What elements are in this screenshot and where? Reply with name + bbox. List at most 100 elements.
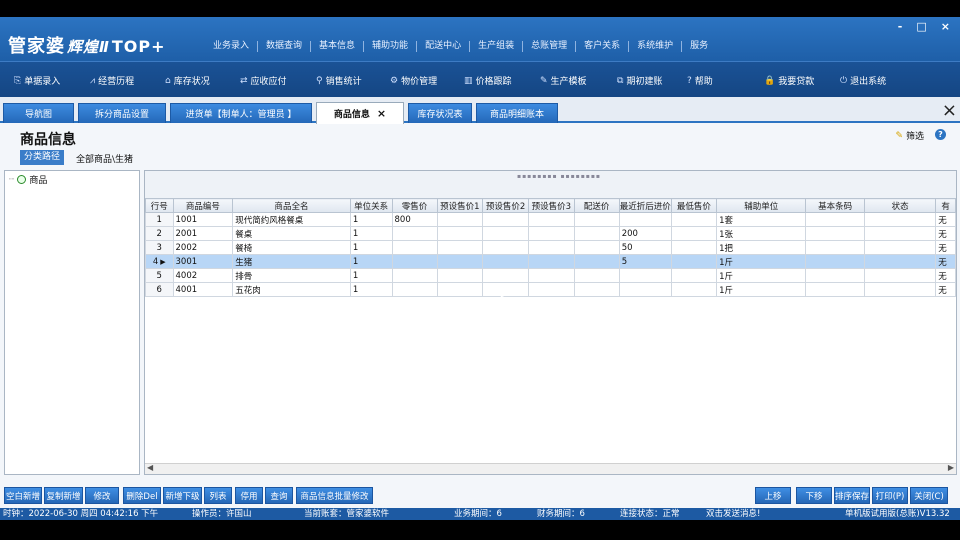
table-cell[interactable] <box>805 254 866 269</box>
tree-node-root[interactable]: ┈ 商品 <box>9 173 47 187</box>
action-button-5[interactable]: 列表 <box>204 487 232 504</box>
tab-4[interactable]: 库存状况表 <box>408 103 472 123</box>
tab-1[interactable]: 拆分商品设置 <box>78 103 166 123</box>
close-window-button[interactable]: × <box>941 20 950 33</box>
table-cell[interactable] <box>864 254 937 269</box>
toolbar-item-11[interactable]: ⏻ 退出系统 <box>840 74 886 88</box>
table-cell[interactable] <box>482 212 529 227</box>
table-cell[interactable] <box>618 268 672 283</box>
table-cell[interactable] <box>527 212 575 227</box>
toolbar-item-1[interactable]: ⩘ 经营历程 <box>90 74 134 88</box>
table-row[interactable]: 4 ▶ 3001 生猪 1 5 1斤无 <box>145 254 956 269</box>
table-cell[interactable] <box>805 212 866 227</box>
action-button-1[interactable]: 复制新增 <box>44 487 83 504</box>
table-cell[interactable]: 1斤 <box>716 282 807 297</box>
right-action-button-0[interactable]: 上移 <box>755 487 791 504</box>
table-cell[interactable]: 排骨 <box>232 268 351 283</box>
table-cell[interactable]: 4 ▶ <box>145 254 174 269</box>
tab-2[interactable]: 进货单【制单人：管理员 】 <box>170 103 312 123</box>
main-menu-item[interactable]: 业务录入 <box>205 41 259 52</box>
main-menu-item[interactable]: 辅助功能 <box>364 41 418 52</box>
table-cell[interactable] <box>670 282 718 297</box>
close-all-tabs-icon[interactable]: × <box>942 100 957 121</box>
table-cell[interactable]: 1斤 <box>716 268 807 283</box>
minimize-button[interactable]: - <box>898 20 903 33</box>
column-header[interactable]: 最低售价 <box>670 198 718 213</box>
table-cell[interactable] <box>436 212 484 227</box>
table-cell[interactable] <box>805 268 866 283</box>
action-button-2[interactable]: 修改 <box>85 487 119 504</box>
column-header[interactable]: 单位关系 <box>349 198 393 213</box>
action-button-4[interactable]: 新增下级 <box>163 487 202 504</box>
right-action-button-4[interactable]: 关闭(C) <box>910 487 948 504</box>
toolbar-item-8[interactable]: ⧉ 期初建账 <box>617 74 662 88</box>
column-header[interactable]: 预设售价2 <box>482 198 529 213</box>
column-header[interactable]: 配送价 <box>573 198 620 213</box>
table-cell[interactable] <box>482 254 529 269</box>
column-header[interactable]: 基本条码 <box>805 198 866 213</box>
table-cell[interactable]: 6 <box>145 282 174 297</box>
table-cell[interactable]: 1 <box>349 282 393 297</box>
table-cell[interactable]: 800 <box>391 212 438 227</box>
tab-5[interactable]: 商品明细账本 <box>476 103 558 123</box>
column-header[interactable]: 行号 <box>145 198 174 213</box>
table-row[interactable]: 3 2002 餐椅 1 50 1把 无 <box>145 240 956 255</box>
table-cell[interactable] <box>391 268 438 283</box>
action-button-0[interactable]: 空白新增 <box>4 487 42 504</box>
table-row[interactable]: 2 2001 餐桌 1 200 1张 无 <box>145 226 956 241</box>
table-cell[interactable] <box>670 226 718 241</box>
maximize-button[interactable]: □ <box>916 20 926 33</box>
table-cell[interactable] <box>573 226 620 241</box>
main-menu-item[interactable]: 客户关系 <box>576 41 630 52</box>
table-cell[interactable]: 1 <box>349 226 393 241</box>
toolbar-item-3[interactable]: ⇄ 应收应付 <box>240 74 287 88</box>
table-cell[interactable]: 五花肉 <box>232 282 351 297</box>
table-cell[interactable]: 50 <box>618 240 672 255</box>
table-row[interactable]: 1 1001 现代简约风格餐桌 1 800 1套无 <box>145 212 956 227</box>
table-cell[interactable] <box>670 268 718 283</box>
main-menu-item[interactable]: 服务 <box>682 41 716 52</box>
table-cell[interactable] <box>527 268 575 283</box>
table-cell[interactable]: 1套 <box>716 212 807 227</box>
table-cell[interactable] <box>527 226 575 241</box>
table-cell[interactable] <box>391 226 438 241</box>
table-cell[interactable]: 5 <box>618 254 672 269</box>
table-cell[interactable] <box>482 240 529 255</box>
table-cell[interactable] <box>618 212 672 227</box>
table-cell[interactable] <box>864 282 937 297</box>
right-action-button-1[interactable]: 下移 <box>796 487 832 504</box>
table-cell[interactable]: 5 <box>145 268 174 283</box>
toolbar-item-9[interactable]: ? 帮助 <box>687 74 713 88</box>
table-cell[interactable]: 200 <box>618 226 672 241</box>
table-cell[interactable]: 现代简约风格餐桌 <box>232 212 351 227</box>
table-cell[interactable]: 2001 <box>172 226 234 241</box>
right-action-button-3[interactable]: 打印(P) <box>872 487 908 504</box>
table-cell[interactable]: 无 <box>935 240 956 255</box>
table-cell[interactable] <box>391 254 438 269</box>
main-menu-item[interactable]: 配送中心 <box>417 41 471 52</box>
scroll-right-icon[interactable]: ▶ <box>948 463 954 472</box>
table-cell[interactable]: 3001 <box>172 254 234 269</box>
column-header[interactable]: 辅助单位 <box>716 198 807 213</box>
close-tab-icon[interactable]: × <box>377 107 386 120</box>
main-menu-item[interactable]: 基本信息 <box>311 41 365 52</box>
table-cell[interactable] <box>527 254 575 269</box>
column-header[interactable]: 有 <box>935 198 956 213</box>
table-cell[interactable]: 无 <box>935 212 956 227</box>
table-cell[interactable] <box>670 212 718 227</box>
table-cell[interactable] <box>864 226 937 241</box>
table-cell[interactable]: 无 <box>935 254 956 269</box>
table-cell[interactable] <box>527 282 575 297</box>
table-cell[interactable] <box>805 226 866 241</box>
table-cell[interactable]: 无 <box>935 226 956 241</box>
table-cell[interactable]: 餐桌 <box>232 226 351 241</box>
toolbar-item-6[interactable]: ▥ 价格跟踪 <box>464 74 512 88</box>
toolbar-item-5[interactable]: ⚙ 物价管理 <box>390 74 437 88</box>
table-cell[interactable]: 1 <box>349 212 393 227</box>
column-header[interactable]: 状态 <box>864 198 937 213</box>
table-cell[interactable] <box>527 240 575 255</box>
action-button-6[interactable]: 停用 <box>235 487 263 504</box>
main-menu-item[interactable]: 数据查询 <box>258 41 312 52</box>
splitter-handle[interactable]: ▪▪▪▪▪▪▪▪ ▪▪▪▪▪▪▪▪ <box>517 173 601 180</box>
filter-button[interactable]: ✎ 筛选 <box>895 129 924 143</box>
